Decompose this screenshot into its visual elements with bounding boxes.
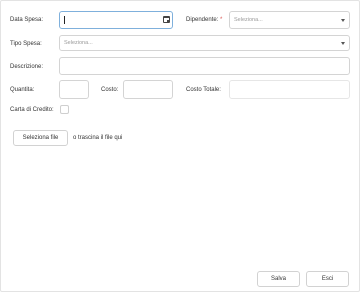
- dipendente-select[interactable]: Seleziona...: [229, 11, 350, 29]
- dipendente-label: Dipendente: *: [186, 17, 223, 23]
- dipendente-placeholder: Seleziona...: [234, 17, 263, 23]
- data-spesa-label: Data Spesa:: [10, 17, 44, 23]
- select-file-button[interactable]: Seleziona file: [13, 130, 68, 146]
- chevron-down-icon: [341, 19, 345, 22]
- exit-button[interactable]: Esci: [306, 271, 349, 287]
- quantita-input[interactable]: [59, 80, 89, 99]
- required-marker: *: [220, 17, 223, 23]
- save-button[interactable]: Salva: [257, 271, 300, 287]
- carta-credito-label: Carta di Credito:: [10, 107, 54, 113]
- tipo-spesa-label: Tipo Spesa:: [10, 41, 42, 47]
- tipo-spesa-select[interactable]: Seleziona...: [59, 35, 350, 51]
- costo-label: Costo:: [101, 87, 119, 93]
- carta-credito-checkbox[interactable]: [60, 105, 69, 114]
- drop-hint: o trascina il file qui: [73, 135, 123, 141]
- chevron-down-icon: [341, 42, 345, 45]
- data-spesa-input[interactable]: [59, 11, 173, 29]
- descrizione-input[interactable]: [59, 57, 350, 75]
- quantita-label: Quantita:: [10, 87, 35, 93]
- descrizione-label: Descrizione:: [10, 64, 44, 70]
- costo-totale-field: [229, 80, 350, 99]
- costo-totale-label: Costo Totale:: [186, 87, 221, 93]
- calendar-icon[interactable]: [163, 16, 170, 23]
- text-cursor: [64, 16, 65, 24]
- costo-input[interactable]: [123, 80, 173, 99]
- tipo-spesa-placeholder: Seleziona...: [64, 40, 93, 46]
